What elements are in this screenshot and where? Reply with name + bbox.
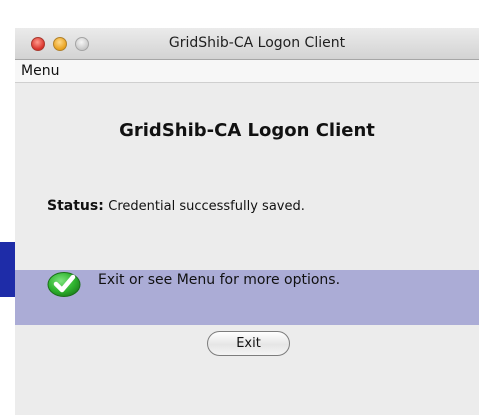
app-window: GridShib-CA Logon Client Menu GridShib-C…	[15, 28, 479, 415]
window-title: GridShib-CA Logon Client	[168, 35, 346, 51]
status-label: Status:	[47, 198, 104, 214]
status-line: Status: Credential successfully saved.	[47, 198, 305, 214]
screen: GridShib-CA Logon Client Menu GridShib-C…	[0, 0, 479, 415]
background-accent	[0, 242, 15, 297]
page-title: GridShib-CA Logon Client	[119, 120, 375, 141]
message-text: Exit or see Menu for more options.	[98, 272, 341, 288]
status-text: Credential successfully saved.	[108, 199, 305, 214]
menu-menu-item[interactable]: Menu	[21, 63, 59, 79]
menu-bar: Menu	[15, 60, 479, 83]
title-bar[interactable]: GridShib-CA Logon Client	[15, 28, 479, 60]
check-circle-icon	[47, 272, 81, 297]
exit-button[interactable]: Exit	[207, 331, 290, 356]
